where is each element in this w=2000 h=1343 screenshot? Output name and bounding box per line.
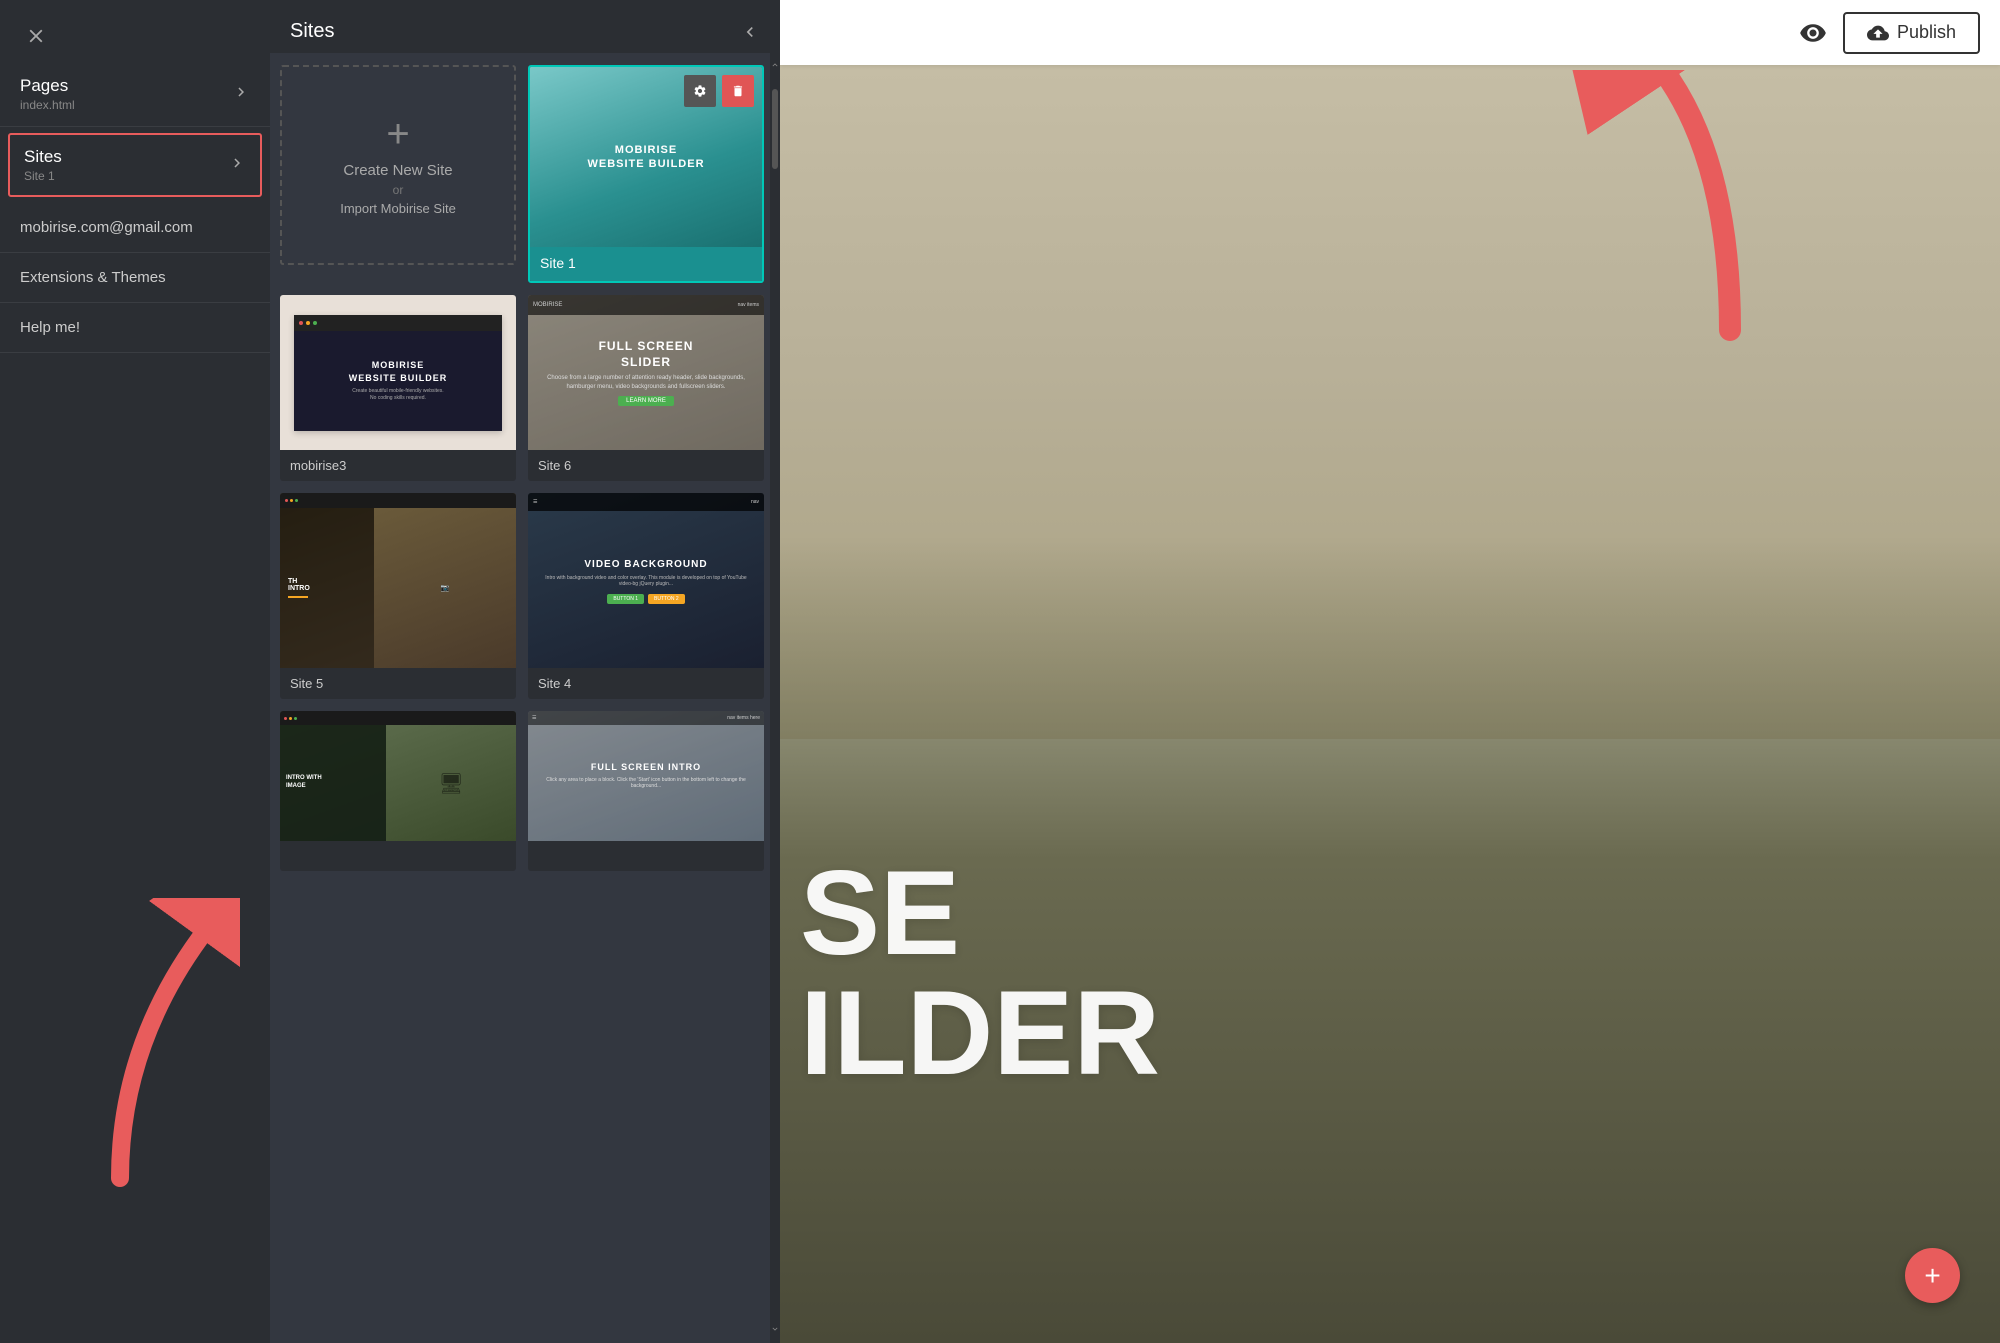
site6-label: Site 6	[528, 450, 764, 481]
sidebar-item-pages[interactable]: Pages index.html	[0, 62, 270, 127]
sites-chevron-icon	[228, 154, 246, 177]
scroll-up-icon[interactable]	[766, 53, 780, 79]
site4-label: Site 4	[528, 668, 764, 699]
pages-label: Pages	[20, 76, 75, 96]
add-icon: +	[1924, 1262, 1940, 1290]
help-label: Help me!	[20, 319, 80, 336]
fullscreen-intro-overlay: ☰ nav items here FULL SCREEN INTRO Click…	[528, 711, 764, 841]
sidebar-item-email[interactable]: mobirise.com@gmail.com	[0, 203, 270, 253]
sidebar-close-area	[0, 0, 270, 62]
site-card-intro-img[interactable]: INTRO WITHIMAGE 🖥	[280, 711, 516, 871]
create-new-label: Create New Site	[343, 162, 452, 179]
top-bar: Publish	[780, 0, 2000, 65]
pages-chevron-icon	[232, 83, 250, 106]
sidebar-item-extensions[interactable]: Extensions & Themes	[0, 253, 270, 303]
site1-actions	[684, 75, 754, 107]
site6-overlay: MOBIRISE nav items FULL SCREENSLIDER Cho…	[528, 295, 764, 450]
site-card-site1[interactable]: MOBIRISEWEBSITE BUILDER Site 1	[528, 65, 764, 283]
email-label: mobirise.com@gmail.com	[20, 219, 193, 236]
mobirise3-label: mobirise3	[280, 450, 516, 481]
close-icon[interactable]	[20, 20, 52, 52]
create-or-label: or	[393, 183, 404, 197]
hero-text: SE ILDER	[800, 853, 1160, 1093]
scroll-down-icon[interactable]	[766, 1317, 780, 1343]
sidebar-item-help[interactable]: Help me!	[0, 303, 270, 353]
import-label: Import Mobirise Site	[340, 201, 456, 216]
sites-sub: Site 1	[24, 169, 62, 183]
mobirise3-inner: MOBIRISEWEBSITE BUILDER Create beautiful…	[294, 315, 502, 431]
scroll-thumb	[772, 89, 778, 169]
preview-icon-btn[interactable]	[1793, 13, 1833, 53]
sites-header: Sites	[270, 0, 780, 53]
create-new-site-card[interactable]: + Create New Site or Import Mobirise Sit…	[280, 65, 516, 265]
publish-button[interactable]: Publish	[1843, 12, 1980, 54]
hero-line2: ILDER	[800, 966, 1160, 1100]
site-card-site4[interactable]: ☰ nav VIDEO BACKGROUND Intro with backgr…	[528, 493, 764, 699]
sites-grid: + Create New Site or Import Mobirise Sit…	[280, 65, 764, 871]
pages-sub: index.html	[20, 98, 75, 112]
sidebar: Pages index.html Sites Site 1 mobirise.c…	[0, 0, 270, 1343]
sites-panel-title: Sites	[290, 20, 334, 43]
hero-line1: SE	[800, 846, 960, 980]
arrow-annotation	[40, 898, 240, 1203]
site-card-site6[interactable]: MOBIRISE nav items FULL SCREENSLIDER Cho…	[528, 295, 764, 481]
publish-upload-icon	[1867, 22, 1889, 44]
sites-label: Sites	[24, 147, 62, 167]
sites-grid-area: + Create New Site or Import Mobirise Sit…	[270, 53, 780, 1343]
site5-overlay: THINTRO 📷	[280, 493, 516, 668]
sidebar-item-sites[interactable]: Sites Site 1	[10, 135, 260, 195]
intro-img-overlay: INTRO WITHIMAGE 🖥	[280, 711, 516, 841]
sites-panel: Sites + Create New Site or	[270, 0, 780, 1343]
site1-label-overlay: Site 1	[530, 247, 762, 281]
site-card-mobirise3[interactable]: MOBIRISEWEBSITE BUILDER Create beautiful…	[280, 295, 516, 481]
site1-settings-btn[interactable]	[684, 75, 716, 107]
extensions-label: Extensions & Themes	[20, 269, 166, 286]
site1-delete-btn[interactable]	[722, 75, 754, 107]
publish-label: Publish	[1897, 22, 1956, 43]
add-block-btn[interactable]: +	[1905, 1248, 1960, 1303]
sidebar-sites-active-box: Sites Site 1	[8, 133, 262, 197]
sites-panel-close-icon[interactable]	[740, 22, 760, 42]
arrow-to-publish	[1570, 70, 1750, 355]
site5-label: Site 5	[280, 668, 516, 699]
scrollbar[interactable]	[770, 53, 780, 1343]
create-new-plus-icon: +	[386, 114, 409, 154]
site1-label: Site 1	[540, 255, 576, 271]
site1-thumb-content: MOBIRISEWEBSITE BUILDER	[587, 143, 704, 172]
site4-overlay: ☰ nav VIDEO BACKGROUND Intro with backgr…	[528, 493, 764, 668]
main-content: Publish SE ILDER +	[780, 0, 2000, 1343]
site-card-site5[interactable]: THINTRO 📷 Site 5	[280, 493, 516, 699]
site-card-fullscreen-intro[interactable]: ☰ nav items here FULL SCREEN INTRO Click…	[528, 711, 764, 871]
